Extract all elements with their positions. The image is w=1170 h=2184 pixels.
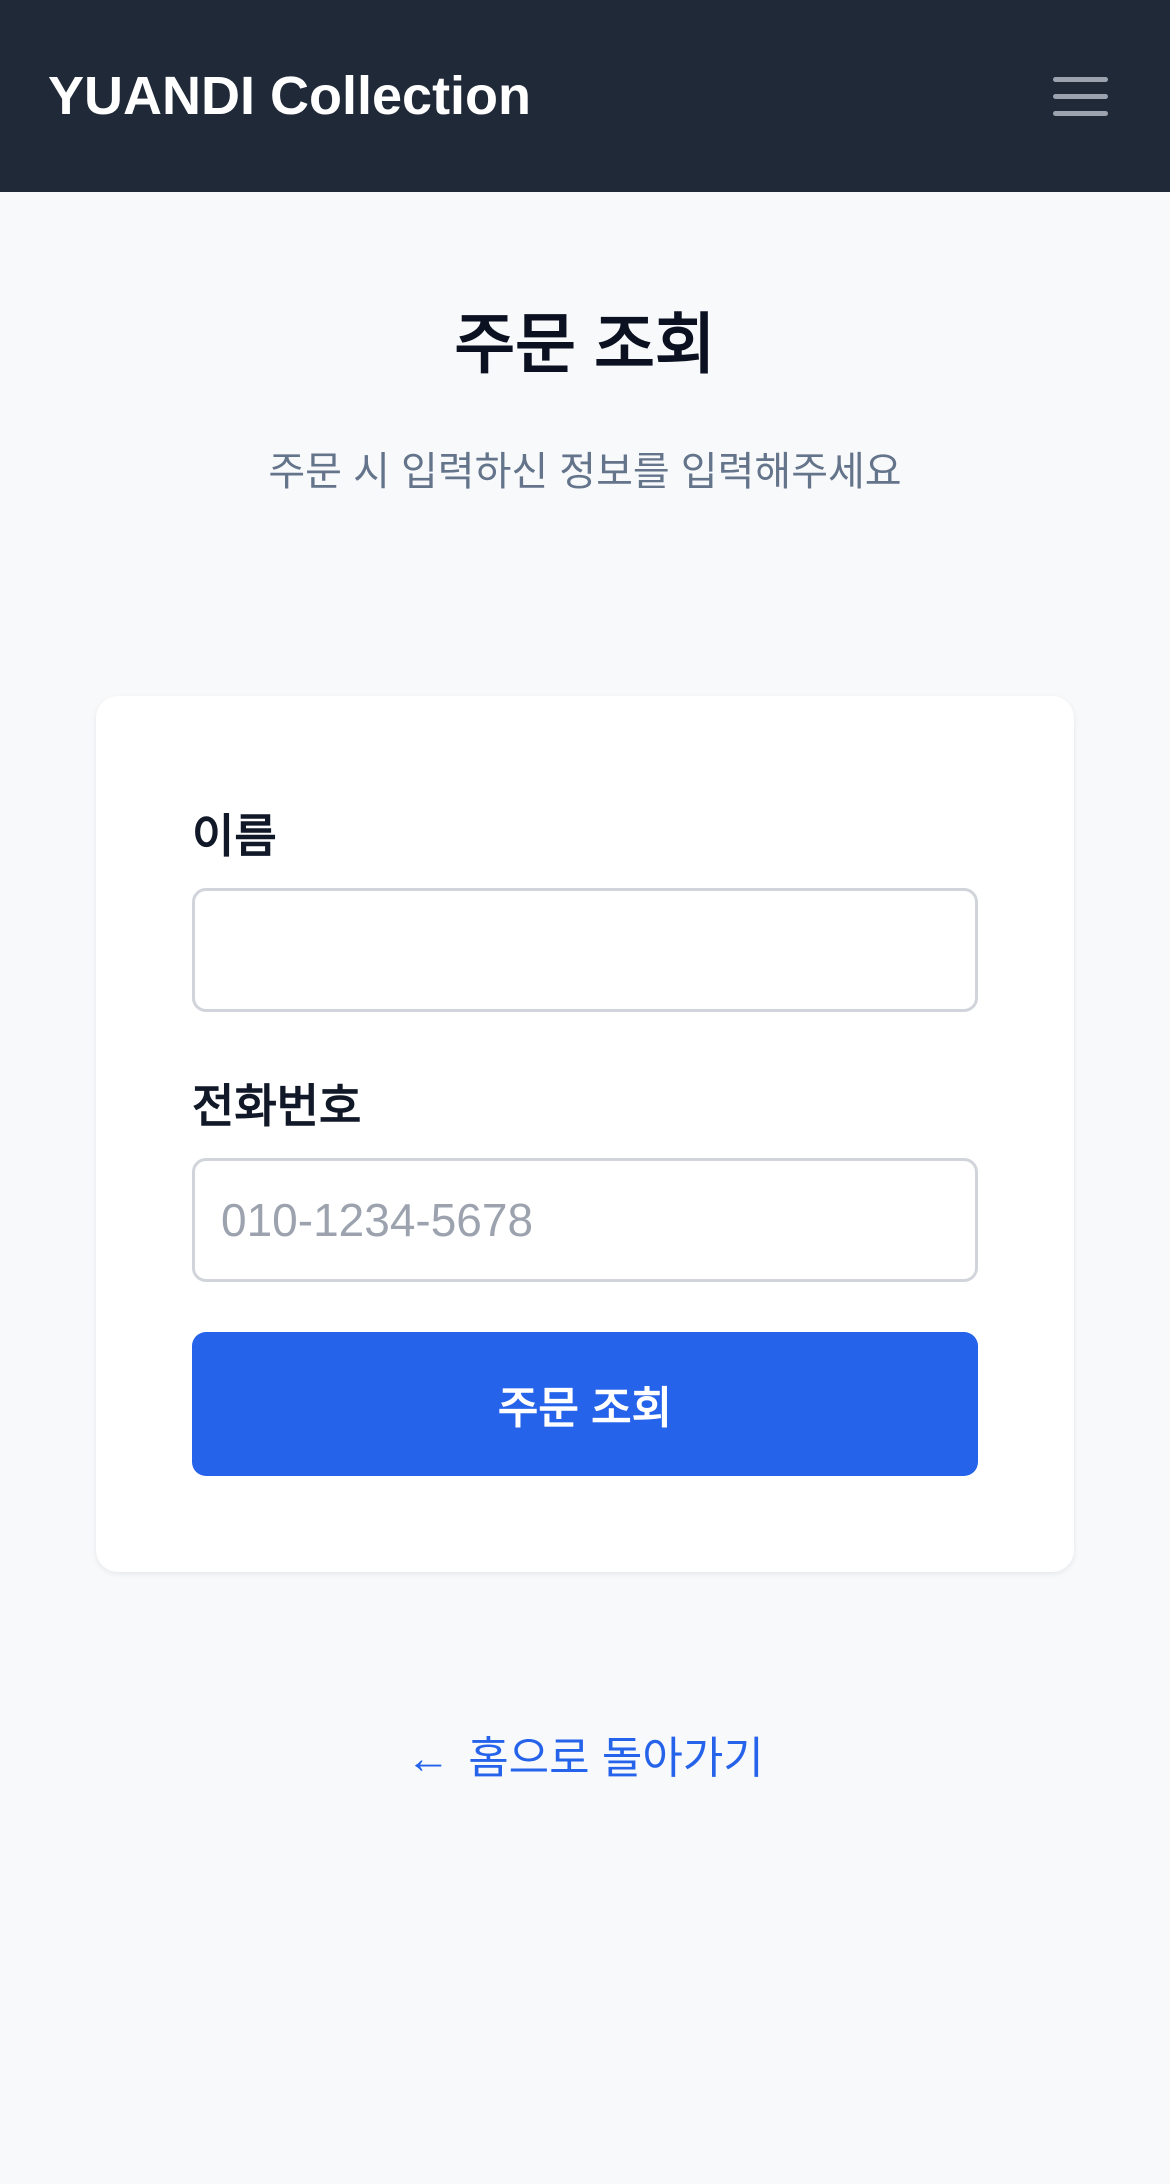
phone-label: 전화번호 xyxy=(192,1080,362,1132)
lookup-order-button[interactable]: 주문 조회 xyxy=(192,1332,978,1476)
name-input[interactable] xyxy=(192,888,978,1012)
order-lookup-form: 이름 전화번호 주문 조회 xyxy=(96,696,1074,1572)
menu-bar xyxy=(1052,110,1108,116)
page-title: 주문 조회 xyxy=(454,307,716,381)
phone-input[interactable] xyxy=(192,1158,978,1282)
back-home-link[interactable]: ← 홈으로 돌아가기 xyxy=(0,1722,1170,1786)
menu-bar xyxy=(1052,76,1108,82)
back-home-label: 홈으로 돌아가기 xyxy=(468,1734,764,1783)
hamburger-menu-icon[interactable] xyxy=(1038,54,1122,138)
arrow-left-icon: ← xyxy=(406,1734,451,1783)
menu-bar xyxy=(1052,93,1108,99)
name-label: 이름 xyxy=(192,810,277,862)
page-subtitle: 주문 시 입력하신 정보를 입력해주세요 xyxy=(268,449,902,494)
top-navbar: YUANDI Collection xyxy=(0,0,1170,192)
brand-title[interactable]: YUANDI Collection xyxy=(48,65,531,127)
